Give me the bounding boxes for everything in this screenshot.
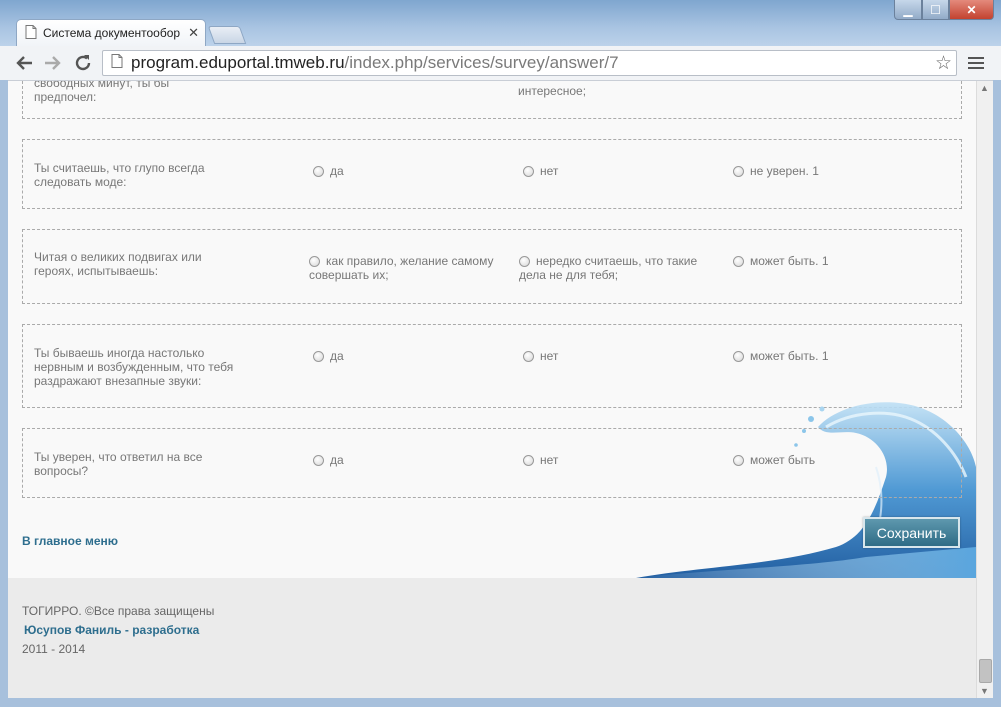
radio-button[interactable] — [523, 455, 534, 466]
scroll-up-icon[interactable]: ▲ — [980, 83, 989, 93]
radio-button[interactable] — [519, 256, 530, 267]
question-text: Ты бываешь иногда настолько нервным и во… — [34, 346, 234, 388]
close-window-icon[interactable]: ✕ — [949, 0, 994, 20]
vertical-scrollbar[interactable]: ▲ ▼ — [976, 81, 993, 698]
url-path: /index.php/services/survey/answer/7 — [344, 53, 619, 72]
developer-link[interactable]: Юсупов Фаниль - разработка — [24, 623, 199, 637]
option-da[interactable]: да — [313, 164, 344, 178]
window-border-right — [993, 80, 1001, 700]
option-net[interactable]: нет — [523, 349, 558, 363]
browser-menu-icon[interactable] — [968, 54, 984, 70]
option-net[interactable]: нет — [523, 453, 558, 467]
radio-button[interactable] — [733, 455, 744, 466]
question-text: Ты считаешь, что глупо всегда следовать … — [34, 161, 205, 189]
radio-button[interactable] — [523, 351, 534, 362]
option-da[interactable]: да — [313, 453, 344, 467]
option-ne-uveren[interactable]: не уверен. 1 — [733, 164, 819, 178]
radio-button[interactable] — [733, 256, 744, 267]
tab-title: Система документообор — [43, 26, 181, 40]
question-box-partial: свободных минут, ты бы предпочел: интере… — [22, 81, 962, 119]
scroll-down-icon[interactable]: ▼ — [980, 686, 989, 696]
url-host: program.eduportal.tmweb.ru — [131, 53, 345, 72]
address-bar[interactable]: program.eduportal.tmweb.ru/index.php/ser… — [102, 50, 957, 76]
bookmark-star-icon[interactable]: ☆ — [935, 52, 952, 75]
reload-icon[interactable] — [71, 51, 95, 75]
option-2[interactable]: нередко считаешь, что такие дела не для … — [519, 254, 719, 282]
radio-button[interactable] — [313, 351, 324, 362]
radio-button[interactable] — [309, 256, 320, 267]
question-text: Ты уверен, что ответил на все вопросы? — [34, 450, 203, 478]
window-titlebar: Система документообор ✕ ▁ ☐ ✕ — [0, 0, 1001, 46]
save-button[interactable]: Сохранить — [863, 517, 960, 548]
back-arrow-icon[interactable] — [12, 51, 36, 75]
question-box: Ты бываешь иногда настолько нервным и во… — [22, 324, 962, 408]
tab-close-icon[interactable]: ✕ — [188, 25, 199, 41]
option-mozhet-byt[interactable]: может быть — [733, 453, 815, 467]
option-mozhet-byt[interactable]: может быть. 1 — [733, 349, 829, 363]
minimize-icon[interactable]: ▁ — [894, 0, 922, 20]
option-da[interactable]: да — [313, 349, 344, 363]
question-text: Читая о великих подвигах или героях, исп… — [34, 250, 202, 278]
window-border-left — [0, 80, 8, 700]
years-text: 2011 - 2014 — [22, 642, 86, 656]
browser-tab[interactable]: Система документообор ✕ — [16, 19, 206, 46]
copyright-text: ТОГИРРО. ©Все права защищены — [22, 604, 215, 618]
radio-button[interactable] — [733, 166, 744, 177]
scrollbar-thumb[interactable] — [979, 659, 992, 683]
new-tab-button[interactable] — [207, 26, 247, 44]
radio-button[interactable] — [733, 351, 744, 362]
question-text: свободных минут, ты бы предпочел: — [34, 81, 170, 104]
forward-arrow-icon[interactable] — [41, 51, 65, 75]
option-label: интересное; — [518, 84, 587, 98]
option-1[interactable]: как правило, желание самому совершать их… — [309, 254, 509, 282]
option-net[interactable]: нет — [523, 164, 558, 178]
browser-toolbar: program.eduportal.tmweb.ru/index.php/ser… — [0, 46, 1001, 81]
radio-button[interactable] — [523, 166, 534, 177]
radio-button[interactable] — [313, 455, 324, 466]
radio-button[interactable] — [313, 166, 324, 177]
question-box: Ты считаешь, что глупо всегда следовать … — [22, 139, 962, 209]
main-menu-link[interactable]: В главное меню — [22, 534, 118, 548]
question-box: Ты уверен, что ответил на все вопросы? д… — [22, 428, 962, 498]
document-icon — [25, 24, 37, 42]
question-box: Читая о великих подвигах или героях, исп… — [22, 229, 962, 304]
option-3[interactable]: может быть. 1 — [733, 254, 829, 268]
window-controls: ▁ ☐ ✕ — [894, 0, 994, 20]
page-icon — [111, 53, 123, 73]
window-border-bottom — [0, 698, 1001, 707]
page-footer: ТОГИРРО. ©Все права защищены Юсупов Фани… — [8, 578, 976, 698]
page-viewport: свободных минут, ты бы предпочел: интере… — [8, 81, 976, 698]
maximize-icon[interactable]: ☐ — [922, 0, 949, 20]
